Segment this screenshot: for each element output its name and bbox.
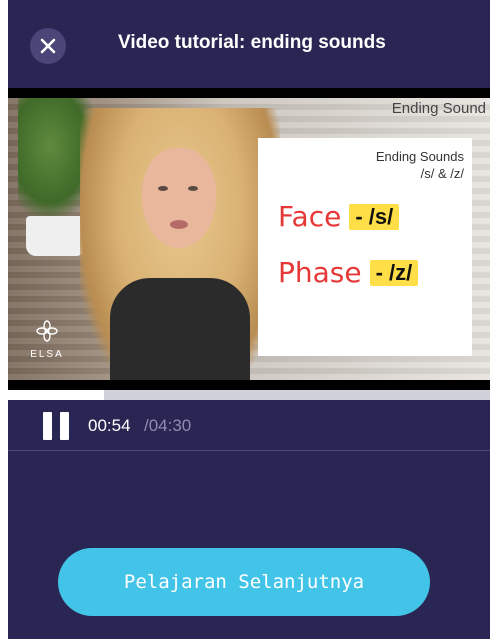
plant-pot [26,216,86,256]
lesson-slide: Ending Sounds /s/ & /z/ Face - /s/ Phase… [258,138,472,356]
logo-text: ELSA [30,349,64,360]
total-time: /04:30 [144,416,192,435]
current-time: 00:54 [88,416,131,435]
progress-fill [8,390,105,400]
app-screen: Video tutorial: ending sounds Ending Sou… [0,0,498,639]
presenter-face [142,148,216,248]
slide-heading: Ending Sounds /s/ & /z/ [266,148,464,182]
presenter-shirt [110,278,250,380]
presenter-eye [188,186,198,191]
presenter-eye [158,186,168,191]
progress-bar[interactable] [8,390,490,400]
divider [8,450,490,451]
player-controls: 00:54 /04:30 [8,402,490,450]
letterbox-top [8,88,490,98]
slide-row-phase: Phase - /z/ [278,256,419,289]
next-lesson-button[interactable]: Pelajaran Selanjutnya [58,548,430,616]
letterbox-bottom [8,380,490,390]
presenter-mouth [170,220,188,229]
slide-word: Face [278,200,342,233]
presenter-image [80,108,280,380]
slide-heading-line2: /s/ & /z/ [420,166,464,181]
video-frame: Ending Sound Ending Sounds /s/ & /z/ Fac… [8,98,490,380]
right-border [490,0,498,639]
slide-sound-tag: - /s/ [349,203,400,230]
close-icon [40,38,56,54]
slide-word: Phase [278,256,362,289]
slide-sound-tag: - /z/ [369,259,419,286]
slide-heading-line1: Ending Sounds [375,149,464,164]
pause-button[interactable] [43,412,73,440]
video-player[interactable]: Ending Sound Ending Sounds /s/ & /z/ Fac… [8,88,490,390]
elsa-logo: ELSA [22,320,72,360]
flower-logo-icon [36,320,58,342]
video-corner-label: Ending Sound [391,100,486,117]
header: Video tutorial: ending sounds [8,12,490,82]
close-button[interactable] [30,28,66,64]
slide-row-face: Face - /s/ [278,200,400,233]
left-border [0,0,8,639]
page-title: Video tutorial: ending sounds [118,32,386,53]
